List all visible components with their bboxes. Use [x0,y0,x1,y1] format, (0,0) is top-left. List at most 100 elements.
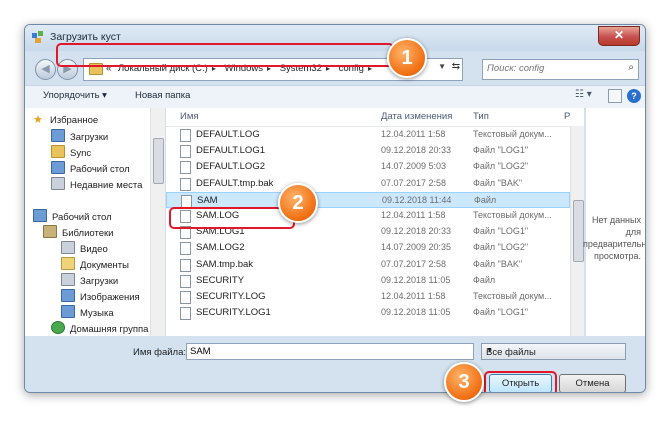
sidebar-item-desktop-fav[interactable]: Рабочий стол [51,161,130,175]
sidebar-item-label: Рабочий стол [52,212,112,223]
sidebar-item-label: Видео [80,244,108,255]
folder-icon [51,145,65,158]
highlight-open-outline [484,371,557,392]
column-header-name[interactable]: Имя [180,111,199,122]
file-date: 09.12.2018 20:33 [381,226,452,237]
file-type-select[interactable]: Все файлы ▼ [481,343,626,360]
recent-places-icon [51,177,65,190]
search-box[interactable]: ⌕ [482,59,639,80]
cancel-button[interactable]: Отмена [559,374,626,392]
file-date: 12.04.2011 1:58 [381,210,446,220]
file-date: 09.12.2018 11:05 [381,274,451,285]
sidebar-item-homegroup[interactable]: Домашняя группа [51,321,148,335]
registry-icon [32,31,43,43]
file-row[interactable]: SECURITY.LOG 12.04.2011 1:58 Текстовый док… [166,289,570,305]
organize-menu[interactable]: Упорядочить ▾ [43,90,107,101]
new-folder-button[interactable]: Новая папка [135,90,190,101]
sidebar-item-label: Домашняя группа [70,324,149,335]
file-icon [180,307,191,321]
file-type: Файл "BAK" [473,177,523,188]
sidebar-item-documents[interactable]: Документы [61,257,129,271]
file-date: 09.12.2018 20:33 [381,145,452,156]
file-date: 14.07.2009 20:35 [381,242,452,253]
file-name: DEFAULT.LOG1 [196,145,265,157]
file-date: 07.07.2017 2:58 [381,258,447,269]
search-icon[interactable]: ⌕ [628,62,634,73]
sidebar-item-label: Изображения [80,292,140,303]
close-button[interactable]: ✕ [598,26,640,46]
address-dropdown-icon[interactable]: ▼ [438,62,446,71]
column-header-size[interactable]: Р [564,111,570,122]
file-icon [180,177,191,191]
search-input[interactable] [483,60,621,77]
chevron-down-icon: ▼ [486,347,493,354]
file-name: SAM [197,194,218,206]
window-title: Загрузить куст [50,31,121,43]
sidebar-item-lib-downloads[interactable]: Загрузки [61,273,118,287]
file-icon [180,242,191,256]
preview-message: Нет данных для предварительного просмотр… [583,215,646,261]
sidebar-item-label: Рабочий стол [70,164,130,175]
help-icon[interactable]: ? [627,89,641,103]
navigation-scrollbar[interactable] [150,108,165,336]
scrollbar-thumb[interactable] [153,138,164,184]
highlight-address-outline [56,43,394,67]
file-row[interactable]: DEFAULT.LOG 12.04.2011 1:58 Текстовый доку… [166,127,570,143]
file-icon [180,274,191,288]
file-row[interactable]: SAM.LOG2 14.07.2009 20:35 Файл "LOG2" [166,240,570,256]
sidebar-item-sync[interactable]: Sync [51,145,91,159]
file-type: Файл [474,194,497,205]
column-header-row: Имя Дата изменения Тип Р [166,108,584,127]
file-type: Файл "LOG2" [473,242,529,253]
refresh-icon[interactable]: ⇆ [448,61,464,78]
file-type: Файл "LOG1" [473,226,529,237]
file-row[interactable]: DEFAULT.tmp.bak 07.07.2017 2:58 Файл "BAK" [166,176,570,192]
file-icon [180,145,191,159]
downloads-icon [61,273,75,286]
sidebar-item-label: Загрузки [70,132,109,143]
sidebar-item-downloads[interactable]: Загрузки [51,129,108,143]
filename-label: Имя файла: [133,347,187,358]
file-row[interactable]: SECURITY 09.12.2018 11:05 Файл [166,273,570,289]
file-type: Файл "BAK" [473,258,523,269]
desktop-icon [51,161,65,174]
load-hive-dialog: Загрузить куст ✕ ◀ ▶ « Локальный диск (C… [24,24,646,393]
file-row[interactable]: DEFAULT.LOG2 14.07.2009 5:03 Файл "LOG2" [166,159,570,175]
file-name: DEFAULT.LOG [196,129,260,140]
file-icon [180,258,191,272]
sidebar-item-pictures[interactable]: Изображения [61,289,140,303]
file-row[interactable]: DEFAULT.LOG1 09.12.2018 20:33 Файл "LOG1" [166,143,570,159]
file-name: DEFAULT.LOG2 [196,161,265,173]
file-row[interactable]: SECURITY.LOG1 09.12.2018 11:05 Файл "LOG1" [166,305,570,321]
sidebar-item-videos[interactable]: Видео [61,241,108,255]
file-name: SECURITY [196,274,245,286]
file-date: 09.12.2018 11:44 [382,194,452,205]
documents-icon [61,257,75,270]
sidebar-item-libraries[interactable]: Библиотеки [43,225,113,239]
step-badge-3: 3 [444,362,484,402]
sidebar-item-label: Sync [70,148,92,159]
preview-pane: Нет данных для предварительного просмотр… [583,108,646,336]
file-type: Файл "LOG1" [473,307,529,318]
file-date: 14.07.2009 5:03 [381,161,447,172]
sidebar-item-desktop[interactable]: Рабочий стол [33,209,112,223]
column-header-type[interactable]: Тип [473,111,489,122]
file-type: Файл [473,274,496,285]
file-row[interactable]: SAM.tmp.bak 07.07.2017 2:58 Файл "BAK" [166,257,570,273]
sidebar-item-recent-places[interactable]: Недавние места [51,177,142,191]
sidebar-item-music[interactable]: Музыка [61,305,114,319]
filename-field[interactable] [186,343,474,360]
file-row[interactable]: SAM 09.12.2018 11:44 Файл [166,191,570,208]
file-list-scrollbar[interactable] [570,126,584,336]
sidebar-item-label: Недавние места [70,180,143,191]
preview-pane-icon[interactable] [608,89,622,103]
command-toolbar: Упорядочить ▾ Новая папка ☷ ▾ ? [25,85,645,109]
desktop-icon [33,209,47,222]
file-type: Файл "LOG1" [473,145,529,156]
file-date: 12.04.2011 1:58 [381,291,446,301]
back-button[interactable]: ◀ [35,59,56,80]
file-date: 09.12.2018 11:05 [381,307,451,318]
sidebar-item-favorites[interactable]: ★ Избранное [33,113,98,126]
column-header-date[interactable]: Дата изменения [381,111,452,122]
view-options-icon[interactable]: ☷ ▾ [575,89,605,103]
